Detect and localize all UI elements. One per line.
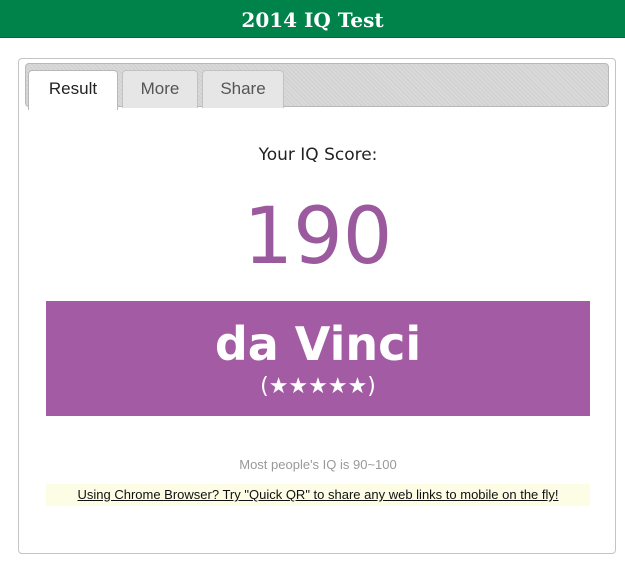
iq-score-value: 190 xyxy=(243,192,393,282)
page-title: 2014 IQ Test xyxy=(241,8,384,32)
rank-banner: da Vinci (★★★★★) xyxy=(46,301,590,416)
tab-result[interactable]: Result xyxy=(28,70,118,110)
tab-share[interactable]: Share xyxy=(202,70,284,108)
tab-more[interactable]: More xyxy=(122,70,198,108)
result-panel: Result More Share Your IQ Score: 190 da … xyxy=(18,58,616,554)
header-bar: 2014 IQ Test xyxy=(0,0,625,38)
rank-name: da Vinci xyxy=(214,317,422,371)
average-iq-note: Most people's IQ is 90~100 xyxy=(239,457,397,472)
quick-qr-promo-link[interactable]: Using Chrome Browser? Try "Quick QR" to … xyxy=(46,484,590,506)
rank-stars: (★★★★★) xyxy=(260,374,376,399)
score-caption: Your IQ Score: xyxy=(258,145,378,165)
tab-strip: Result More Share xyxy=(25,63,609,110)
